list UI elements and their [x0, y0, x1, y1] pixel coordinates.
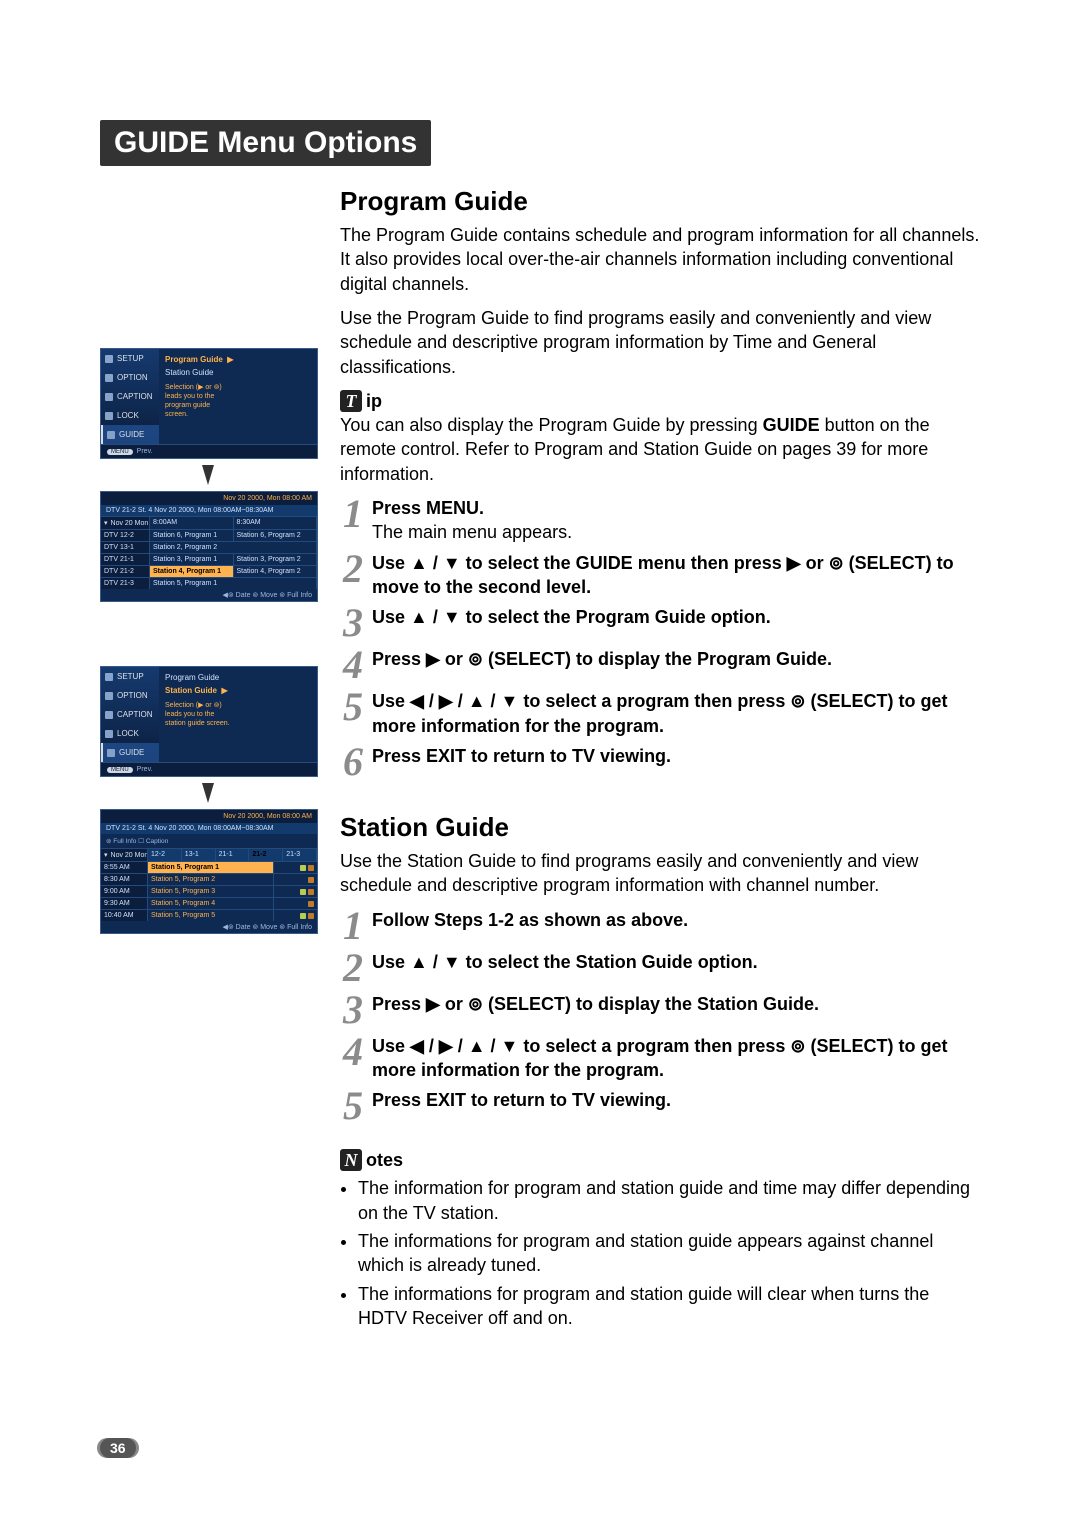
notes-item: The informations for program and station…: [358, 1229, 980, 1278]
page-number: 36: [100, 1438, 136, 1458]
program-guide-heading: Program Guide: [340, 184, 980, 219]
globe-icon: [105, 692, 113, 700]
wrench-icon: [105, 673, 113, 681]
sidebar-item-setup: SETUP: [101, 349, 159, 368]
left-column: SETUP OPTION CAPTION LOCK GUIDE Program …: [100, 184, 316, 934]
sidebar-item-caption: CAPTION: [101, 387, 159, 406]
lock-icon: [105, 730, 113, 738]
station-guide-steps: 1Follow Steps 1-2 as shown as above. 2Us…: [340, 908, 980, 1125]
menu-item-program-guide: Program Guide ▶: [165, 353, 311, 366]
sidebar-item-lock: LOCK: [101, 406, 159, 425]
menu-item-program-guide: Program Guide: [165, 671, 311, 684]
page-title: GUIDE Menu Options: [100, 120, 431, 166]
sidebar-item-guide: GUIDE: [101, 425, 159, 444]
wrench-icon: [105, 355, 113, 363]
osd-guide-menu-station: SETUP OPTION CAPTION LOCK GUIDE Program …: [100, 666, 318, 777]
menu-pill: MENU: [107, 449, 133, 455]
tip-body: You can also display the Program Guide b…: [340, 413, 980, 486]
guide-icon: [107, 431, 115, 439]
station-guide-para1: Use the Station Guide to find programs e…: [340, 849, 980, 898]
notes-heading: N otes: [340, 1148, 980, 1172]
program-guide-para1: The Program Guide contains schedule and …: [340, 223, 980, 296]
osd-program-guide-grid: Nov 20 2000, Mon 08:00 AM DTV 21-2 St. 4…: [100, 491, 318, 602]
tip-heading: T ip: [340, 389, 980, 413]
station-guide-heading: Station Guide: [340, 810, 980, 845]
tip-icon: T: [340, 390, 362, 412]
notes-item: The informations for program and station…: [358, 1282, 980, 1331]
notes-icon: N: [340, 1149, 362, 1171]
sidebar-item-option: OPTION: [101, 368, 159, 387]
caption-icon: [105, 711, 113, 719]
globe-icon: [105, 374, 113, 382]
guide-icon: [107, 749, 115, 757]
menu-item-station-guide: Station Guide: [165, 366, 311, 379]
arrow-down-icon: [202, 465, 214, 485]
osd-station-guide-list: Nov 20 2000, Mon 08:00 AM DTV 21-2 St. 4…: [100, 809, 318, 934]
program-guide-para2: Use the Program Guide to find programs e…: [340, 306, 980, 379]
arrow-down-icon: [202, 783, 214, 803]
right-column: Program Guide The Program Guide contains…: [340, 184, 980, 1334]
caption-icon: [105, 393, 113, 401]
lock-icon: [105, 412, 113, 420]
program-guide-steps: 1Press MENU.The main menu appears. 2Use …: [340, 496, 980, 780]
osd-guide-menu-program: SETUP OPTION CAPTION LOCK GUIDE Program …: [100, 348, 318, 459]
notes-list: The information for program and station …: [340, 1176, 980, 1330]
menu-item-station-guide: Station Guide ▶: [165, 684, 311, 697]
notes-item: The information for program and station …: [358, 1176, 980, 1225]
